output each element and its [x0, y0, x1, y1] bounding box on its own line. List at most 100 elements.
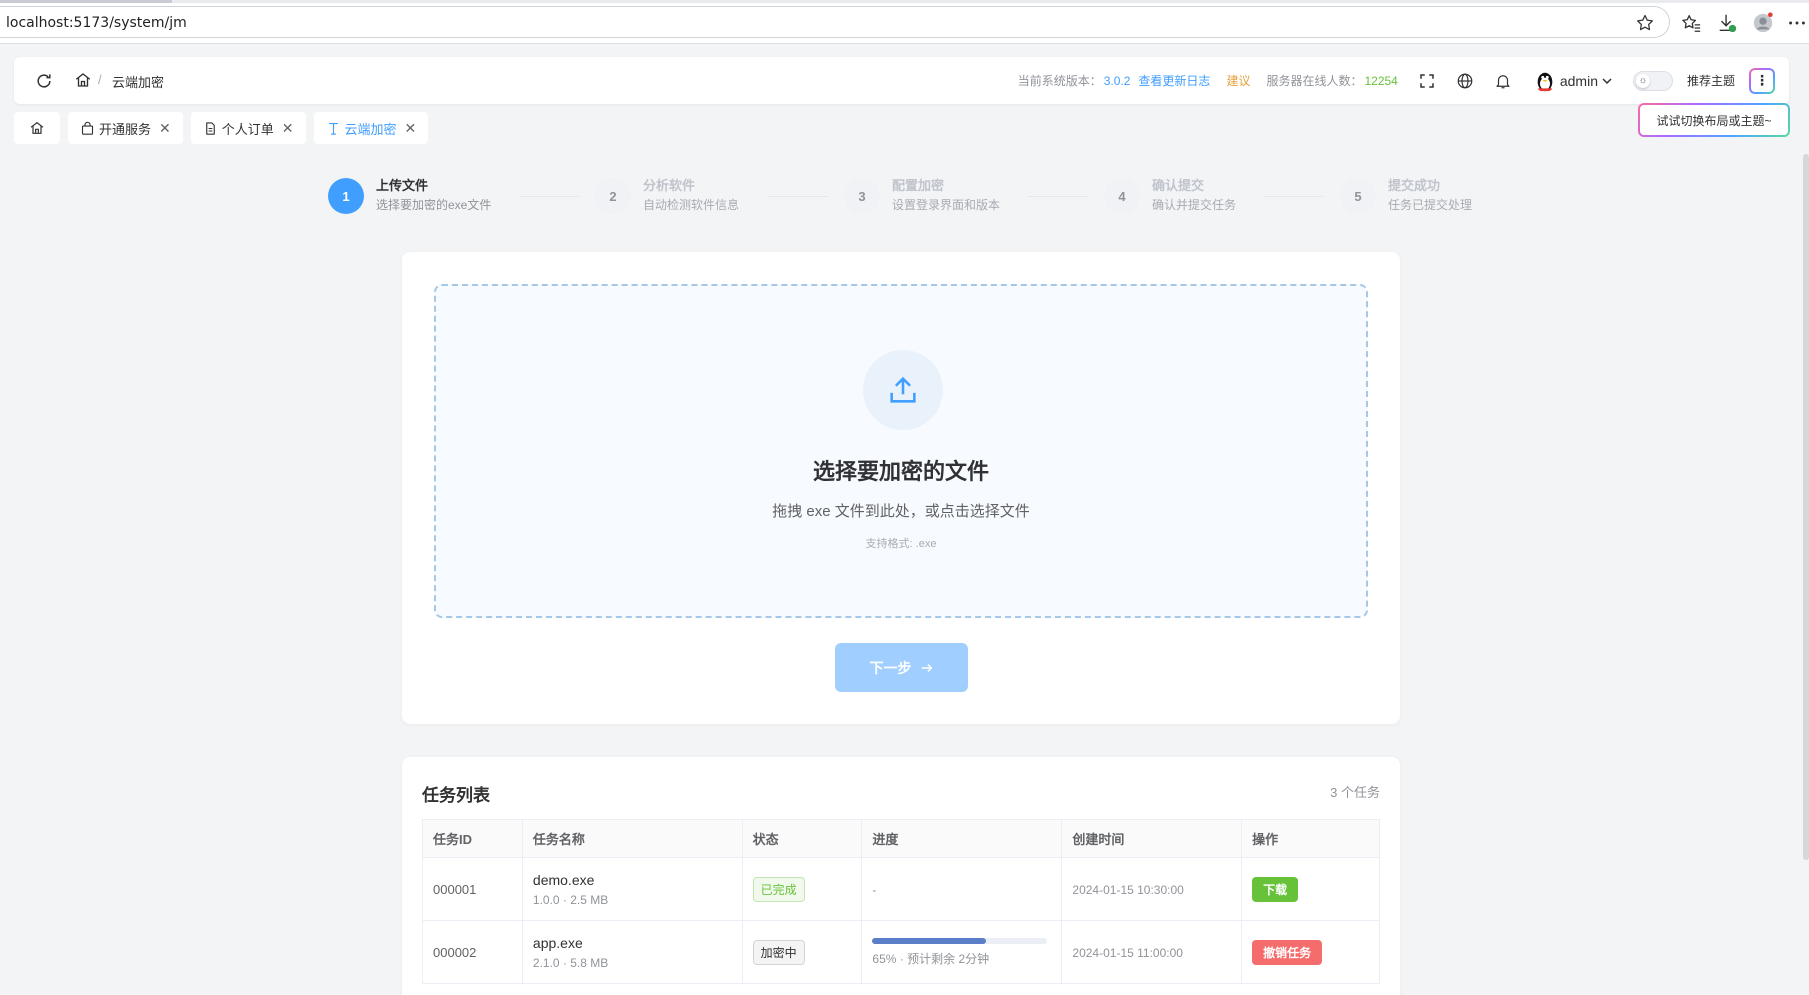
- online-count: 12254: [1364, 73, 1398, 88]
- step-5: 5 提交成功 任务已提交处理: [1340, 178, 1472, 214]
- version-value: 3.0.2: [1103, 73, 1131, 88]
- task-meta: 2.1.0 · 5.8 MB: [532, 955, 609, 970]
- browser-tab-strip: [0, 0, 1809, 3]
- download-button[interactable]: 下载: [1252, 876, 1299, 902]
- status-badge: 已完成: [752, 876, 805, 902]
- changelog-link[interactable]: 查看更新日志: [1138, 72, 1210, 89]
- online-label: 服务器在线人数：: [1266, 74, 1363, 88]
- step-desc: 设置登录界面和版本: [892, 198, 1001, 212]
- step-title: 配置加密: [892, 178, 945, 193]
- progress-cell: -: [861, 857, 1063, 921]
- page-tabs: 开通服务 ✕ 个人订单 ✕ 云端加密 ✕: [14, 112, 436, 144]
- close-icon[interactable]: ✕: [405, 120, 417, 137]
- created-time: 2024-01-15 11:00:00: [1061, 920, 1243, 984]
- step-indicator: 1 上传文件 选择要加密的exe文件 2 分析软件 自动检测软件信息 3 配置加密设…: [328, 178, 1478, 218]
- more-options-button[interactable]: ⋮: [1749, 68, 1775, 94]
- tab-open-service[interactable]: 开通服务 ✕: [68, 112, 183, 144]
- task-name-cell: app.exe 2.1.0 · 5.8 MB: [521, 920, 743, 984]
- fullscreen-icon[interactable]: [1418, 72, 1436, 90]
- tab-home[interactable]: [14, 112, 60, 144]
- task-name-cell: demo.exe 1.0.0 · 2.5 MB: [521, 857, 743, 921]
- column-header: 操作: [1241, 819, 1380, 858]
- language-globe-icon[interactable]: [1456, 72, 1474, 90]
- dropzone-title: 选择要加密的文件: [812, 459, 989, 484]
- task-meta: 1.0.0 · 2.5 MB: [532, 892, 609, 907]
- task-table: 任务ID 任务名称 状态 进度 创建时间 操作 000001 demo.exe …: [422, 819, 1380, 984]
- cancel-task-button[interactable]: 撤销任务: [1252, 939, 1323, 965]
- page-scrollbar[interactable]: [1803, 154, 1809, 860]
- action-cell: 下载: [1241, 857, 1380, 921]
- step-title: 分析软件: [643, 178, 696, 193]
- upload-text-icon: [326, 121, 341, 136]
- chevron-down-icon[interactable]: [1601, 75, 1613, 87]
- header-actions: 当前系统版本： 3.0.2 查看更新日志 建议 服务器在线人数： 12254 a…: [1018, 57, 1775, 104]
- step-title: 确认提交: [1152, 178, 1205, 193]
- step-desc: 自动检测软件信息: [643, 198, 740, 212]
- bookmark-star-icon[interactable]: [1635, 13, 1655, 33]
- theme-toggle[interactable]: ☼: [1632, 70, 1673, 91]
- upload-icon: [863, 350, 943, 430]
- browser-toolbar: localhost:5173/system/jm: [0, 0, 1809, 44]
- url-text[interactable]: localhost:5173/system/jm: [6, 15, 187, 31]
- step-connector: [768, 196, 828, 197]
- address-bar[interactable]: localhost:5173/system/jm: [0, 6, 1670, 38]
- progress-bar: [872, 937, 1048, 944]
- created-time-text: 2024-01-15 11:00:00: [1072, 945, 1183, 960]
- tab-cloud-encrypt[interactable]: 云端加密 ✕: [313, 112, 429, 144]
- theme-tip-tooltip: 试试切换布局或主题~: [1638, 103, 1790, 137]
- browser-menu-icon[interactable]: [1786, 12, 1808, 34]
- tab-label: 个人订单: [221, 121, 274, 137]
- home-icon: [30, 121, 44, 134]
- column-header: 创建时间: [1061, 819, 1243, 858]
- progress-fill: [872, 937, 987, 944]
- column-header: 进度: [861, 819, 1063, 858]
- dropzone-subtitle: 拖拽 exe 文件到此处，或点击选择文件: [772, 503, 1030, 520]
- tab-label: 开通服务: [99, 121, 152, 137]
- document-icon: [203, 121, 218, 136]
- step-connector: [1263, 196, 1323, 197]
- close-icon[interactable]: ✕: [282, 120, 294, 137]
- step-1: 1 上传文件 选择要加密的exe文件: [328, 178, 491, 214]
- step-3: 3 配置加密设置登录界面和版本: [844, 178, 1000, 214]
- step-desc: 选择要加密的exe文件: [376, 198, 492, 212]
- tab-personal-orders[interactable]: 个人订单 ✕: [190, 112, 306, 144]
- column-header: 任务ID: [422, 819, 523, 858]
- column-header: 状态: [741, 819, 863, 858]
- user-name[interactable]: admin: [1560, 73, 1598, 89]
- table-row: 000002 app.exe 2.1.0 · 5.8 MB 加密中 65% · …: [422, 920, 1380, 984]
- notification-bell-icon[interactable]: [1494, 72, 1512, 90]
- step-number: 3: [844, 178, 880, 214]
- status-badge: 加密中: [752, 939, 805, 965]
- suggest-link[interactable]: 建议: [1226, 72, 1250, 89]
- table-header-row: 任务ID 任务名称 状态 进度 创建时间 操作: [422, 819, 1380, 858]
- table-row: 000001 demo.exe 1.0.0 · 2.5 MB 已完成 - 202…: [422, 857, 1380, 921]
- progress-text: 65% · 预计剩余 2分钟: [872, 951, 990, 966]
- progress-text: -: [872, 882, 877, 897]
- file-dropzone[interactable]: 选择要加密的文件 拖拽 exe 文件到此处，或点击选择文件 支持格式: .exe: [434, 284, 1368, 618]
- favorites-icon[interactable]: [1680, 12, 1702, 34]
- browser-active-tab[interactable]: [0, 0, 172, 3]
- step-number: 5: [1340, 178, 1376, 214]
- sun-icon: ☼: [1635, 73, 1650, 88]
- created-time-text: 2024-01-15 10:30:00: [1072, 882, 1184, 897]
- downloads-icon[interactable]: [1716, 12, 1738, 34]
- task-name: app.exe: [532, 934, 583, 951]
- home-icon[interactable]: [74, 71, 92, 89]
- progress-cell: 65% · 预计剩余 2分钟: [861, 920, 1063, 984]
- tab-label: 云端加密: [344, 121, 397, 137]
- status-cell: 加密中: [741, 920, 863, 984]
- close-icon[interactable]: ✕: [159, 120, 171, 137]
- task-id: 000001: [422, 857, 523, 921]
- breadcrumb-current: 云端加密: [112, 75, 165, 90]
- profile-icon[interactable]: [1752, 12, 1774, 34]
- step-4: 4 确认提交 确认并提交任务: [1104, 178, 1236, 214]
- status-cell: 已完成: [741, 857, 863, 921]
- task-name: demo.exe: [532, 871, 595, 888]
- step-desc: 任务已提交处理: [1388, 198, 1473, 212]
- task-count: 3 个任务: [1330, 785, 1380, 800]
- supported-formats: 支持格式: .exe: [865, 538, 937, 550]
- recommend-theme-button[interactable]: 推荐主题: [1687, 72, 1735, 89]
- refresh-icon[interactable]: [34, 71, 54, 91]
- avatar[interactable]: [1534, 70, 1556, 92]
- next-step-button[interactable]: 下一步: [835, 643, 968, 692]
